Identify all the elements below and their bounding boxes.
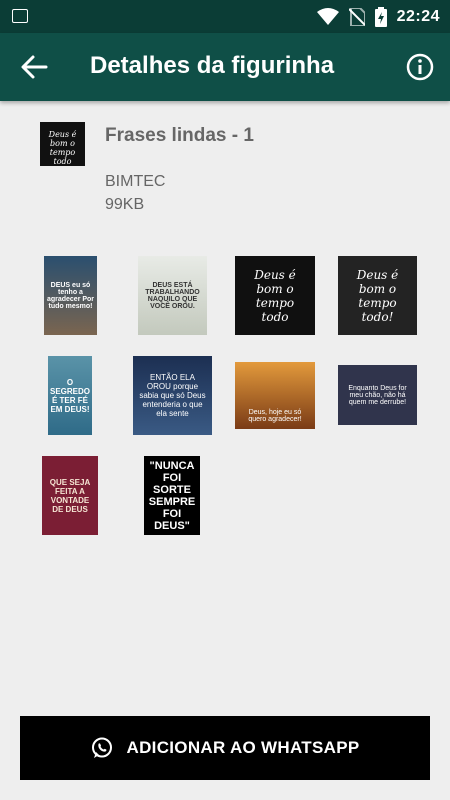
sticker[interactable]: Deus é bom o tempo todo (235, 256, 315, 335)
sticker[interactable]: "NUNCA FOI SORTE SEMPRE FOI DEUS" (144, 456, 200, 535)
add-to-whatsapp-button[interactable]: ADICIONAR AO WHATSAPP (20, 716, 430, 780)
pack-author: BIMTEC (105, 173, 166, 190)
pack-thumbnail: Deus é bom o tempo todo (40, 122, 85, 166)
add-button-label: ADICIONAR AO WHATSAPP (126, 738, 360, 757)
image-notification-icon (12, 9, 28, 23)
page-title: Detalhes da figurinha (90, 52, 335, 79)
status-icons: 22:24 (316, 6, 440, 28)
sticker[interactable]: DEUS eu só tenho a agradecer Por tudo me… (44, 256, 97, 335)
sticker[interactable]: ENTÃO ELA OROU porque sabia que só Deus … (133, 356, 212, 435)
status-bar: 22:24 (0, 0, 450, 33)
back-arrow-icon[interactable] (20, 53, 48, 81)
no-sim-icon (348, 8, 365, 26)
clock: 22:24 (396, 8, 440, 25)
app-bar: Detalhes da figurinha (0, 33, 450, 101)
pack-name: Frases lindas - 1 (105, 125, 254, 146)
battery-charging-icon (374, 7, 387, 27)
wifi-icon (316, 8, 339, 25)
pack-size: 99KB (105, 196, 145, 213)
sticker[interactable]: Deus é bom o tempo todo! (338, 256, 417, 335)
sticker[interactable]: O SEGREDO É TER FÉ EM DEUS! (48, 356, 92, 435)
sticker[interactable]: Deus, hoje eu só quero agradecer! (235, 362, 315, 429)
sticker[interactable]: QUE SEJA FEITA A VONTADE DE DEUS (42, 456, 98, 535)
whatsapp-icon (91, 737, 112, 758)
sticker[interactable]: DEUS ESTÁ TRABALHANDO NAQUILO QUE VOCÊ O… (138, 256, 207, 335)
sticker[interactable]: Enquanto Deus for meu chão, não há quem … (338, 365, 417, 425)
info-icon[interactable] (406, 53, 434, 81)
